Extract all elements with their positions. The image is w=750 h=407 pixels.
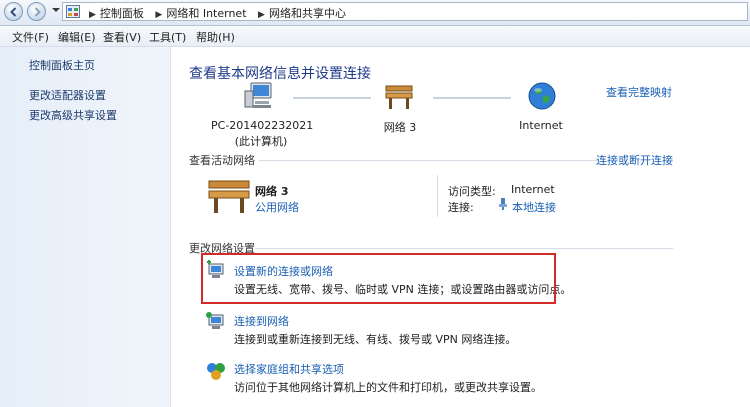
computer-name: PC-201402232021	[211, 119, 314, 132]
access-type-label: 访问类型:	[448, 185, 496, 198]
bench-icon[interactable]	[206, 177, 252, 215]
network-type-link[interactable]: 公用网络	[255, 199, 299, 215]
menu-edit[interactable]: 编辑(E)	[58, 29, 96, 45]
breadcrumb[interactable]: ▶ 控制面板 ▶ 网络和 Internet ▶ 网络和共享中心	[62, 2, 748, 21]
connection-line	[433, 97, 511, 99]
internet-node-label: Internet	[519, 119, 563, 132]
control-panel-icon	[66, 5, 80, 18]
ethernet-icon	[499, 198, 507, 210]
page-title: 查看基本网络信息并设置连接	[189, 66, 371, 82]
homegroup-sharing-description: 访问位于其他网络计算机上的文件和打印机，或更改共享设置。	[234, 381, 542, 394]
forward-button[interactable]	[27, 2, 46, 21]
connection-label: 连接:	[448, 201, 474, 214]
menu-bar: 文件(F) 编辑(E) 查看(V) 工具(T) 帮助(H)	[0, 26, 750, 47]
computer-subtitle: (此计算机)	[234, 135, 288, 148]
chevron-right-icon: ▶	[89, 10, 96, 20]
divider	[259, 160, 599, 161]
breadcrumb-item[interactable]: 控制面板	[100, 7, 144, 20]
homegroup-sharing-link[interactable]: 选择家庭组和共享选项	[234, 361, 344, 377]
breadcrumb-item[interactable]: 网络和 Internet	[166, 7, 246, 20]
breadcrumb-item[interactable]: 网络和共享中心	[269, 7, 346, 20]
globe-icon[interactable]	[527, 81, 557, 111]
divider	[255, 248, 673, 249]
vertical-divider	[437, 175, 438, 217]
homegroup-icon	[207, 363, 225, 380]
connection-line	[293, 97, 371, 99]
chevron-right-icon: ▶	[155, 10, 163, 20]
menu-help[interactable]: 帮助(H)	[196, 29, 235, 45]
back-button[interactable]	[4, 2, 23, 21]
computer-icon[interactable]	[243, 81, 275, 111]
connect-disconnect-link[interactable]: 连接或断开连接	[596, 152, 673, 168]
sidebar: 控制面板主页 更改适配器设置 更改高级共享设置	[0, 47, 171, 407]
sidebar-item-adapter-settings[interactable]: 更改适配器设置	[29, 87, 106, 103]
connect-to-network-description: 连接到或重新连接到无线、有线、拨号或 VPN 网络连接。	[234, 333, 517, 346]
active-network-name: 网络 3	[255, 185, 289, 198]
back-arrow-icon	[10, 7, 17, 17]
connect-network-icon	[206, 312, 224, 329]
full-map-link[interactable]: 查看完整映射	[606, 84, 672, 100]
menu-file[interactable]: 文件(F)	[12, 29, 49, 45]
bench-icon[interactable]	[383, 83, 415, 111]
chevron-right-icon: ▶	[258, 10, 265, 20]
access-type-value: Internet	[511, 183, 555, 196]
main-content: 查看基本网络信息并设置连接 查看完整映射 PC-201402232021 (此计…	[171, 47, 750, 407]
sidebar-item-control-panel-home[interactable]: 控制面板主页	[29, 57, 95, 73]
recent-pages-dropdown[interactable]	[52, 8, 60, 12]
highlight-box	[201, 253, 556, 304]
menu-view[interactable]: 查看(V)	[103, 29, 141, 45]
connect-to-network-link[interactable]: 连接到网络	[234, 313, 289, 329]
sidebar-item-advanced-sharing[interactable]: 更改高级共享设置	[29, 107, 117, 123]
menu-tools[interactable]: 工具(T)	[149, 29, 186, 45]
address-bar: ▶ 控制面板 ▶ 网络和 Internet ▶ 网络和共享中心	[0, 0, 750, 26]
active-networks-heading: 查看活动网络	[189, 154, 255, 167]
forward-arrow-icon	[34, 7, 41, 17]
network-node-label: 网络 3	[383, 121, 417, 134]
local-connection-link[interactable]: 本地连接	[512, 199, 556, 215]
